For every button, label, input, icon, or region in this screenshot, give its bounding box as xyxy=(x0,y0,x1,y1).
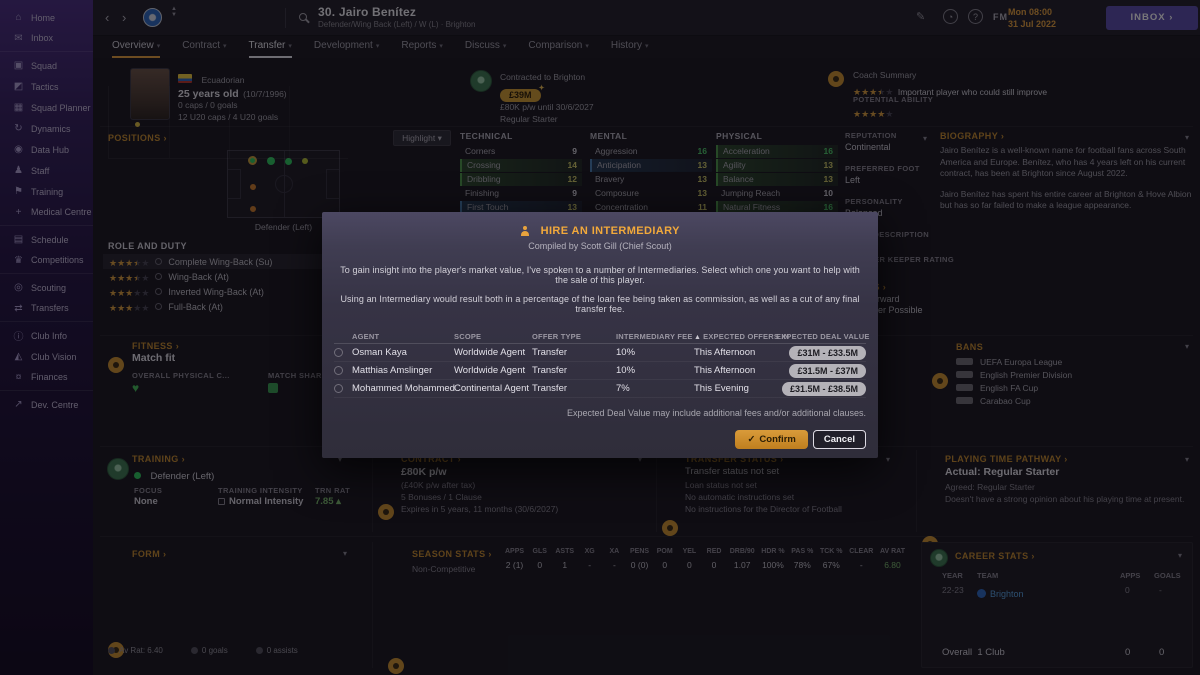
agent-radio[interactable] xyxy=(334,366,343,375)
agent-radio[interactable] xyxy=(334,384,343,393)
dialog-intro-2: Using an Intermediary would result both … xyxy=(340,294,860,314)
confirm-button[interactable]: ✓ Confirm xyxy=(735,430,808,449)
agent-row[interactable]: Osman Kaya Worldwide Agent Transfer 10% … xyxy=(334,344,866,362)
deal-value-pill: £31.5M - £37M xyxy=(789,363,866,378)
agent-row[interactable]: Mohammed Mohammed Continental Agent Tran… xyxy=(334,380,866,398)
col-scope[interactable]: SCOPE xyxy=(454,332,532,341)
deal-value-pill: £31.5M - £38.5M xyxy=(781,381,866,396)
cancel-button[interactable]: Cancel xyxy=(812,430,866,449)
col-agent[interactable]: AGENT xyxy=(352,332,454,341)
intermediary-person-icon xyxy=(520,226,530,236)
agent-row[interactable]: Matthias Amslinger Worldwide Agent Trans… xyxy=(334,362,866,380)
check-icon: ✓ xyxy=(747,434,756,445)
col-intermediary-fee[interactable]: INTERMEDIARY FEE xyxy=(616,332,694,341)
sort-asc-icon: ▲ xyxy=(694,334,702,341)
deal-value-pill: £31M - £33.5M xyxy=(789,345,866,360)
dialog-subtitle: Compiled by Scott Gill (Chief Scout) xyxy=(528,241,672,251)
agent-table: AGENT SCOPE OFFER TYPE INTERMEDIARY FEE … xyxy=(334,330,869,398)
dialog-title: HIRE AN INTERMEDIARY xyxy=(540,225,680,237)
agent-table-header: AGENT SCOPE OFFER TYPE INTERMEDIARY FEE … xyxy=(334,330,869,344)
col-offer-type[interactable]: OFFER TYPE xyxy=(532,332,616,341)
dialog-intro-1: To gain insight into the player's market… xyxy=(340,265,860,285)
col-expected-offers-in[interactable]: ▲ EXPECTED OFFERS IN xyxy=(694,332,789,341)
agent-radio[interactable] xyxy=(334,348,343,357)
hire-intermediary-dialog: HIRE AN INTERMEDIARY Compiled by Scott G… xyxy=(322,212,878,458)
col-expected-deal-value[interactable]: EXPECTED DEAL VALUE xyxy=(776,332,869,341)
deal-value-note: Expected Deal Value may include addition… xyxy=(566,408,866,418)
